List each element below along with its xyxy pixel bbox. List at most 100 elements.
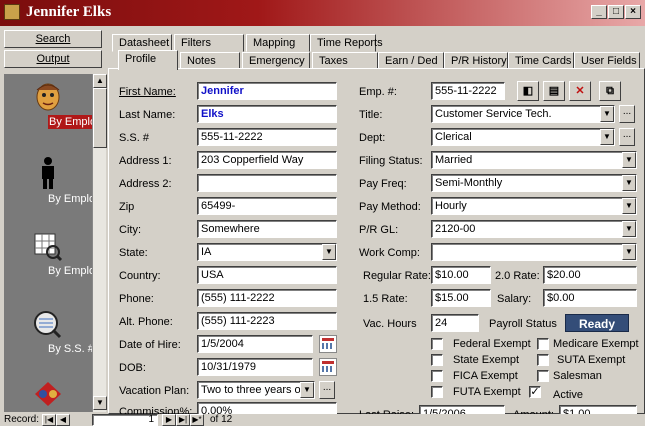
vac-hours-field[interactable]: 24 [431, 314, 479, 332]
next-record-icon[interactable]: ▶ [162, 414, 176, 426]
rate-15-field[interactable]: $15.00 [431, 289, 491, 307]
title-browse-button[interactable]: ... [619, 105, 635, 123]
prev-record-icon[interactable]: ◀ [56, 414, 70, 426]
first-name-field[interactable]: Jennifer [197, 82, 337, 100]
active-checkbox[interactable]: ✓ [529, 386, 541, 398]
rate-2-field[interactable]: $20.00 [543, 266, 637, 284]
last-name-field[interactable]: Elks [197, 105, 337, 123]
filing-status-select[interactable]: Married ▼ [431, 151, 637, 169]
salary-field[interactable]: $0.00 [543, 289, 637, 307]
medicare-exempt-checkbox[interactable] [537, 338, 549, 350]
tab-profile[interactable]: Profile [118, 50, 178, 70]
state-dropdown-icon[interactable]: ▼ [322, 244, 336, 260]
search-by-last-name[interactable]: By Employee Last Name [4, 156, 92, 205]
medicare-exempt-label: Medicare Exempt [553, 338, 639, 350]
ssn-field[interactable]: 555-11-2222 [197, 128, 337, 146]
output-button[interactable]: Output [4, 50, 102, 68]
scroll-down-icon[interactable]: ▼ [93, 396, 107, 410]
salary-label: Salary: [497, 293, 532, 305]
phone-field[interactable]: (555) 111-2222 [197, 289, 337, 307]
filing-status-value: Married [435, 154, 473, 166]
copy-icon[interactable]: ⧉ [599, 81, 621, 101]
tab-time-reports[interactable]: Time Reports [310, 34, 383, 52]
pay-method-select[interactable]: Hourly ▼ [431, 197, 637, 215]
pay-method-dropdown-icon[interactable]: ▼ [622, 198, 636, 214]
title-dropdown-icon[interactable]: ▼ [600, 106, 614, 122]
edit-record-button[interactable]: ◧ [517, 81, 539, 101]
state-exempt-checkbox[interactable] [431, 354, 443, 366]
address1-field[interactable]: 203 Copperfield Way [197, 151, 337, 169]
close-button[interactable]: × [625, 5, 641, 19]
federal-exempt-checkbox[interactable] [431, 338, 443, 350]
hire-date-calendar-icon[interactable] [319, 335, 337, 353]
scroll-thumb[interactable] [93, 88, 107, 148]
window-title: Jennifer Elks [26, 4, 112, 20]
vacation-plan-browse-button[interactable]: ... [319, 381, 335, 399]
dept-select[interactable]: Clerical ▼ [431, 128, 615, 146]
active-label: Active [553, 389, 583, 401]
sidebar-scrollbar[interactable]: ▲ ▼ [92, 74, 107, 412]
regular-rate-field[interactable]: $10.00 [431, 266, 491, 284]
filing-status-label: Filing Status: [359, 155, 423, 167]
zip-field[interactable]: 65499- [197, 197, 337, 215]
dept-browse-button[interactable]: ... [619, 128, 635, 146]
people-icon [35, 382, 61, 406]
dept-label: Dept: [359, 132, 386, 144]
tab-mapping[interactable]: Mapping [246, 34, 310, 52]
salesman-checkbox[interactable] [537, 370, 549, 382]
state-select[interactable]: IA ▼ [197, 243, 337, 261]
federal-exempt-label: Federal Exempt [453, 338, 531, 350]
dept-dropdown-icon[interactable]: ▼ [600, 129, 614, 145]
record-count: of 12 [210, 414, 233, 425]
app-window: Jennifer Elks _ □ × Search Output By Emp… [0, 0, 645, 426]
suta-exempt-checkbox[interactable] [537, 354, 549, 366]
pay-freq-dropdown-icon[interactable]: ▼ [622, 175, 636, 191]
first-record-icon[interactable]: |◀ [42, 414, 56, 426]
tab-filters[interactable]: Filters [174, 34, 244, 52]
city-field[interactable]: Somewhere [197, 220, 337, 238]
search-by-ssn[interactable]: By S.S. # [4, 310, 92, 355]
filing-status-dropdown-icon[interactable]: ▼ [622, 152, 636, 168]
payroll-status-label: Payroll Status [489, 318, 557, 330]
vacation-plan-dropdown-icon[interactable]: ▼ [300, 382, 314, 398]
phone-label: Phone: [119, 293, 154, 305]
work-comp-select[interactable]: ▼ [431, 243, 637, 261]
new-record-icon[interactable]: ▶* [190, 414, 204, 426]
title-select[interactable]: Customer Service Tech. ▼ [431, 105, 615, 123]
dob-calendar-icon[interactable] [319, 358, 337, 376]
pr-gl-select[interactable]: 2120-00 ▼ [431, 220, 637, 238]
search-button[interactable]: Search [4, 30, 102, 48]
date-of-hire-field[interactable]: 1/5/2004 [197, 335, 313, 353]
country-field[interactable]: USA [197, 266, 337, 284]
scroll-up-icon[interactable]: ▲ [93, 74, 107, 88]
vacation-plan-select[interactable]: Two to three years of ▼ [197, 381, 315, 399]
suta-exempt-label: SUTA Exempt [557, 354, 626, 366]
address2-field[interactable] [197, 174, 337, 192]
current-record-field[interactable]: 1 [92, 414, 158, 426]
search-by-ssn-label: By S.S. # [48, 343, 92, 355]
print-icon[interactable]: ▤ [543, 81, 565, 101]
country-label: Country: [119, 270, 161, 282]
work-comp-dropdown-icon[interactable]: ▼ [622, 244, 636, 260]
emp-num-field[interactable]: 555-11-2222 [431, 82, 505, 100]
zip-label: Zip [119, 201, 135, 213]
maximize-button[interactable]: □ [608, 5, 624, 19]
emp-num-label: Emp. #: [359, 86, 397, 98]
dob-field[interactable]: 10/31/1979 [197, 358, 313, 376]
search-by-number[interactable]: By Employee Number [4, 232, 92, 277]
app-icon [4, 4, 20, 20]
pay-freq-select[interactable]: Semi-Monthly ▼ [431, 174, 637, 192]
futa-exempt-checkbox[interactable] [431, 386, 443, 398]
regular-rate-label: Regular Rate: [363, 270, 431, 282]
search-by-first-name[interactable]: By Employee First Name [4, 82, 92, 129]
fica-exempt-checkbox[interactable] [431, 370, 443, 382]
minimize-button[interactable]: _ [591, 5, 607, 19]
fica-exempt-label: FICA Exempt [453, 370, 518, 382]
profile-panel: First Name: Jennifer Last Name: Elks S.S… [108, 68, 645, 423]
person-icon [42, 157, 54, 189]
search-by-group[interactable] [4, 380, 92, 411]
last-record-icon[interactable]: ▶| [176, 414, 190, 426]
pr-gl-dropdown-icon[interactable]: ▼ [622, 221, 636, 237]
delete-record-icon[interactable]: ✕ [569, 81, 591, 101]
alt-phone-field[interactable]: (555) 111-2223 [197, 312, 337, 330]
